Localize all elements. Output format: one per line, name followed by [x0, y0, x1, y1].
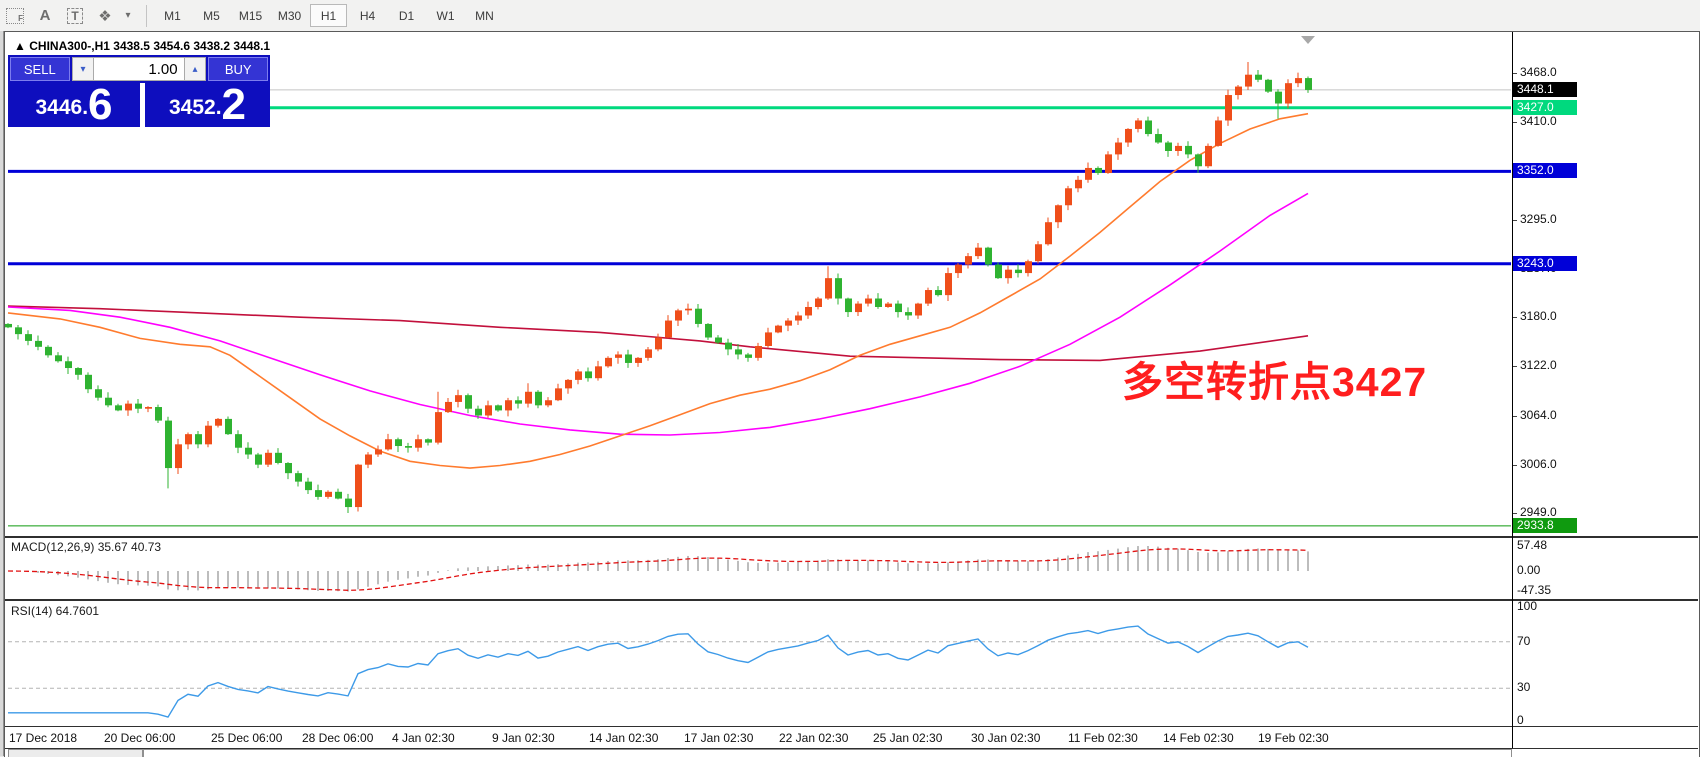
- ask-int: 3452: [169, 91, 216, 125]
- bid-int: 3446: [35, 91, 82, 125]
- macd-pane-separator[interactable]: [5, 536, 1698, 538]
- rsi-pane-separator[interactable]: [5, 599, 1698, 601]
- ask-frac: 2: [222, 85, 246, 125]
- sell-button[interactable]: SELL: [10, 57, 70, 81]
- time-axis-separator: [5, 726, 1698, 727]
- price-axis-separator: [1512, 32, 1513, 748]
- volume-increase-button[interactable]: ▴: [184, 57, 207, 81]
- buy-button[interactable]: BUY: [208, 57, 268, 81]
- hscroll-track[interactable]: [143, 749, 1512, 757]
- volume-decrease-button[interactable]: ▾: [72, 57, 95, 81]
- volume-input[interactable]: 1.00: [94, 57, 183, 81]
- bid-price[interactable]: 3446 . 6: [8, 83, 140, 127]
- ask-price[interactable]: 3452 . 2: [145, 83, 270, 127]
- hscroll-thumb[interactable]: [8, 749, 143, 757]
- one-click-trading-panel: SELL ▾ 1.00 ▴ BUY 3446 . 6 3452 . 2: [8, 55, 270, 125]
- bid-frac: 6: [88, 85, 112, 125]
